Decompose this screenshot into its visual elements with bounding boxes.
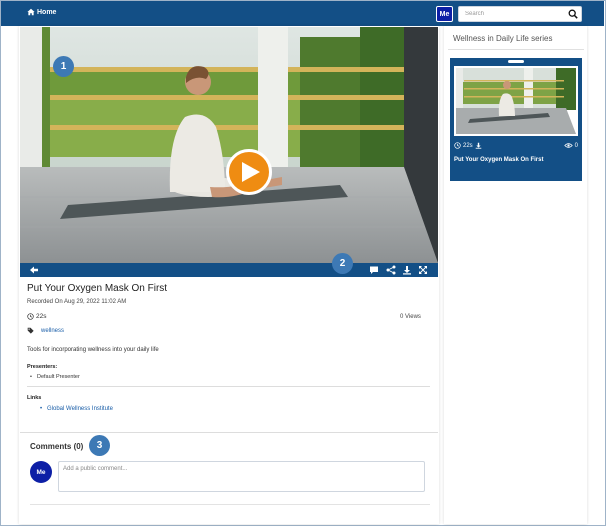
clock-icon xyxy=(27,313,34,320)
play-icon xyxy=(242,162,260,182)
recorded-date: Recorded On Aug 29, 2022 11:02 AM xyxy=(27,299,127,305)
play-button[interactable] xyxy=(226,149,272,195)
series-video-card[interactable]: 22s 0 Put Your Oxygen Mask On First xyxy=(450,58,582,181)
clock-icon xyxy=(454,142,461,149)
search-icon[interactable] xyxy=(568,9,578,19)
callout-badge-3: 3 xyxy=(89,435,110,456)
tag-link[interactable]: wellness xyxy=(41,328,64,334)
home-icon xyxy=(27,8,35,16)
user-avatar-button[interactable]: Me xyxy=(436,6,453,22)
series-title: Wellness in Daily Life series xyxy=(453,34,553,43)
links-heading: Links xyxy=(27,395,42,401)
back-arrow-icon[interactable] xyxy=(29,265,39,275)
divider xyxy=(27,386,430,387)
download-icon xyxy=(475,142,481,149)
card-thumbnail-image xyxy=(456,68,576,134)
share-icon[interactable] xyxy=(386,265,396,275)
home-label: Home xyxy=(37,8,57,16)
view-count: 0 Views xyxy=(400,314,421,320)
comment-input[interactable] xyxy=(58,461,425,492)
search-input[interactable] xyxy=(459,7,563,21)
presenter-item: Default Presenter xyxy=(30,374,80,380)
video-player[interactable] xyxy=(20,27,438,263)
commenter-avatar: Me xyxy=(30,461,52,483)
duration-text: 22s xyxy=(36,313,47,320)
fullscreen-icon[interactable] xyxy=(418,265,428,275)
now-playing-indicator xyxy=(508,60,524,63)
comment-icon[interactable] xyxy=(369,265,379,275)
card-views-text: 0 xyxy=(574,142,578,149)
eye-icon xyxy=(563,143,573,148)
video-description: Tools for incorporating wellness into yo… xyxy=(27,347,159,353)
card-thumbnail xyxy=(454,66,578,136)
player-control-bar xyxy=(20,263,438,277)
tag-row: wellness xyxy=(27,327,64,334)
comments-heading: Comments (0) xyxy=(30,442,84,451)
presenters-heading: Presenters: xyxy=(27,364,58,370)
video-title: Put Your Oxygen Mask On First xyxy=(27,283,168,294)
home-link[interactable]: Home xyxy=(27,8,56,16)
top-navigation-bar: Home Me xyxy=(1,1,604,26)
card-duration-text: 22s xyxy=(463,142,473,149)
video-duration: 22s xyxy=(27,313,46,320)
callout-badge-1: 1 xyxy=(53,56,74,77)
card-title: Put Your Oxygen Mask On First xyxy=(454,157,544,163)
divider xyxy=(30,504,430,505)
divider xyxy=(20,432,438,433)
tag-icon xyxy=(27,327,34,334)
external-link[interactable]: Global Wellness Institute xyxy=(40,406,113,412)
video-thumbnail-image xyxy=(20,27,438,263)
card-duration: 22s xyxy=(454,142,482,149)
callout-badge-2: 2 xyxy=(332,253,353,274)
card-views: 0 xyxy=(563,142,578,149)
search-box xyxy=(458,6,582,22)
download-icon[interactable] xyxy=(402,265,412,275)
divider xyxy=(448,49,584,50)
